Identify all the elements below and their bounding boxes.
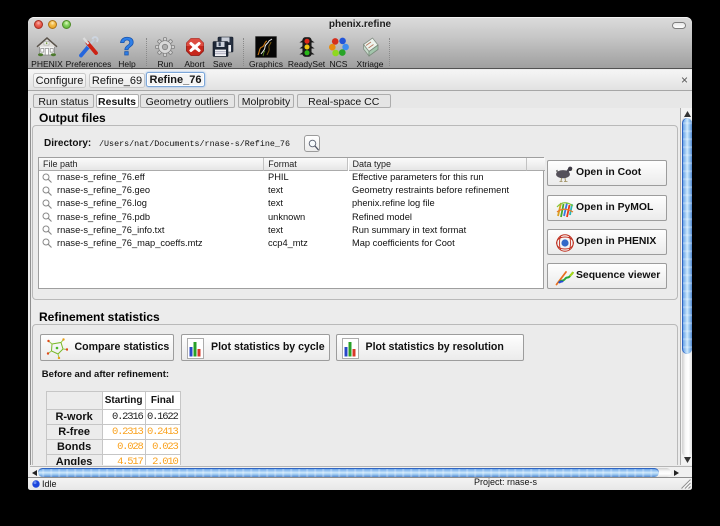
svg-text:?: ? [119,36,134,58]
